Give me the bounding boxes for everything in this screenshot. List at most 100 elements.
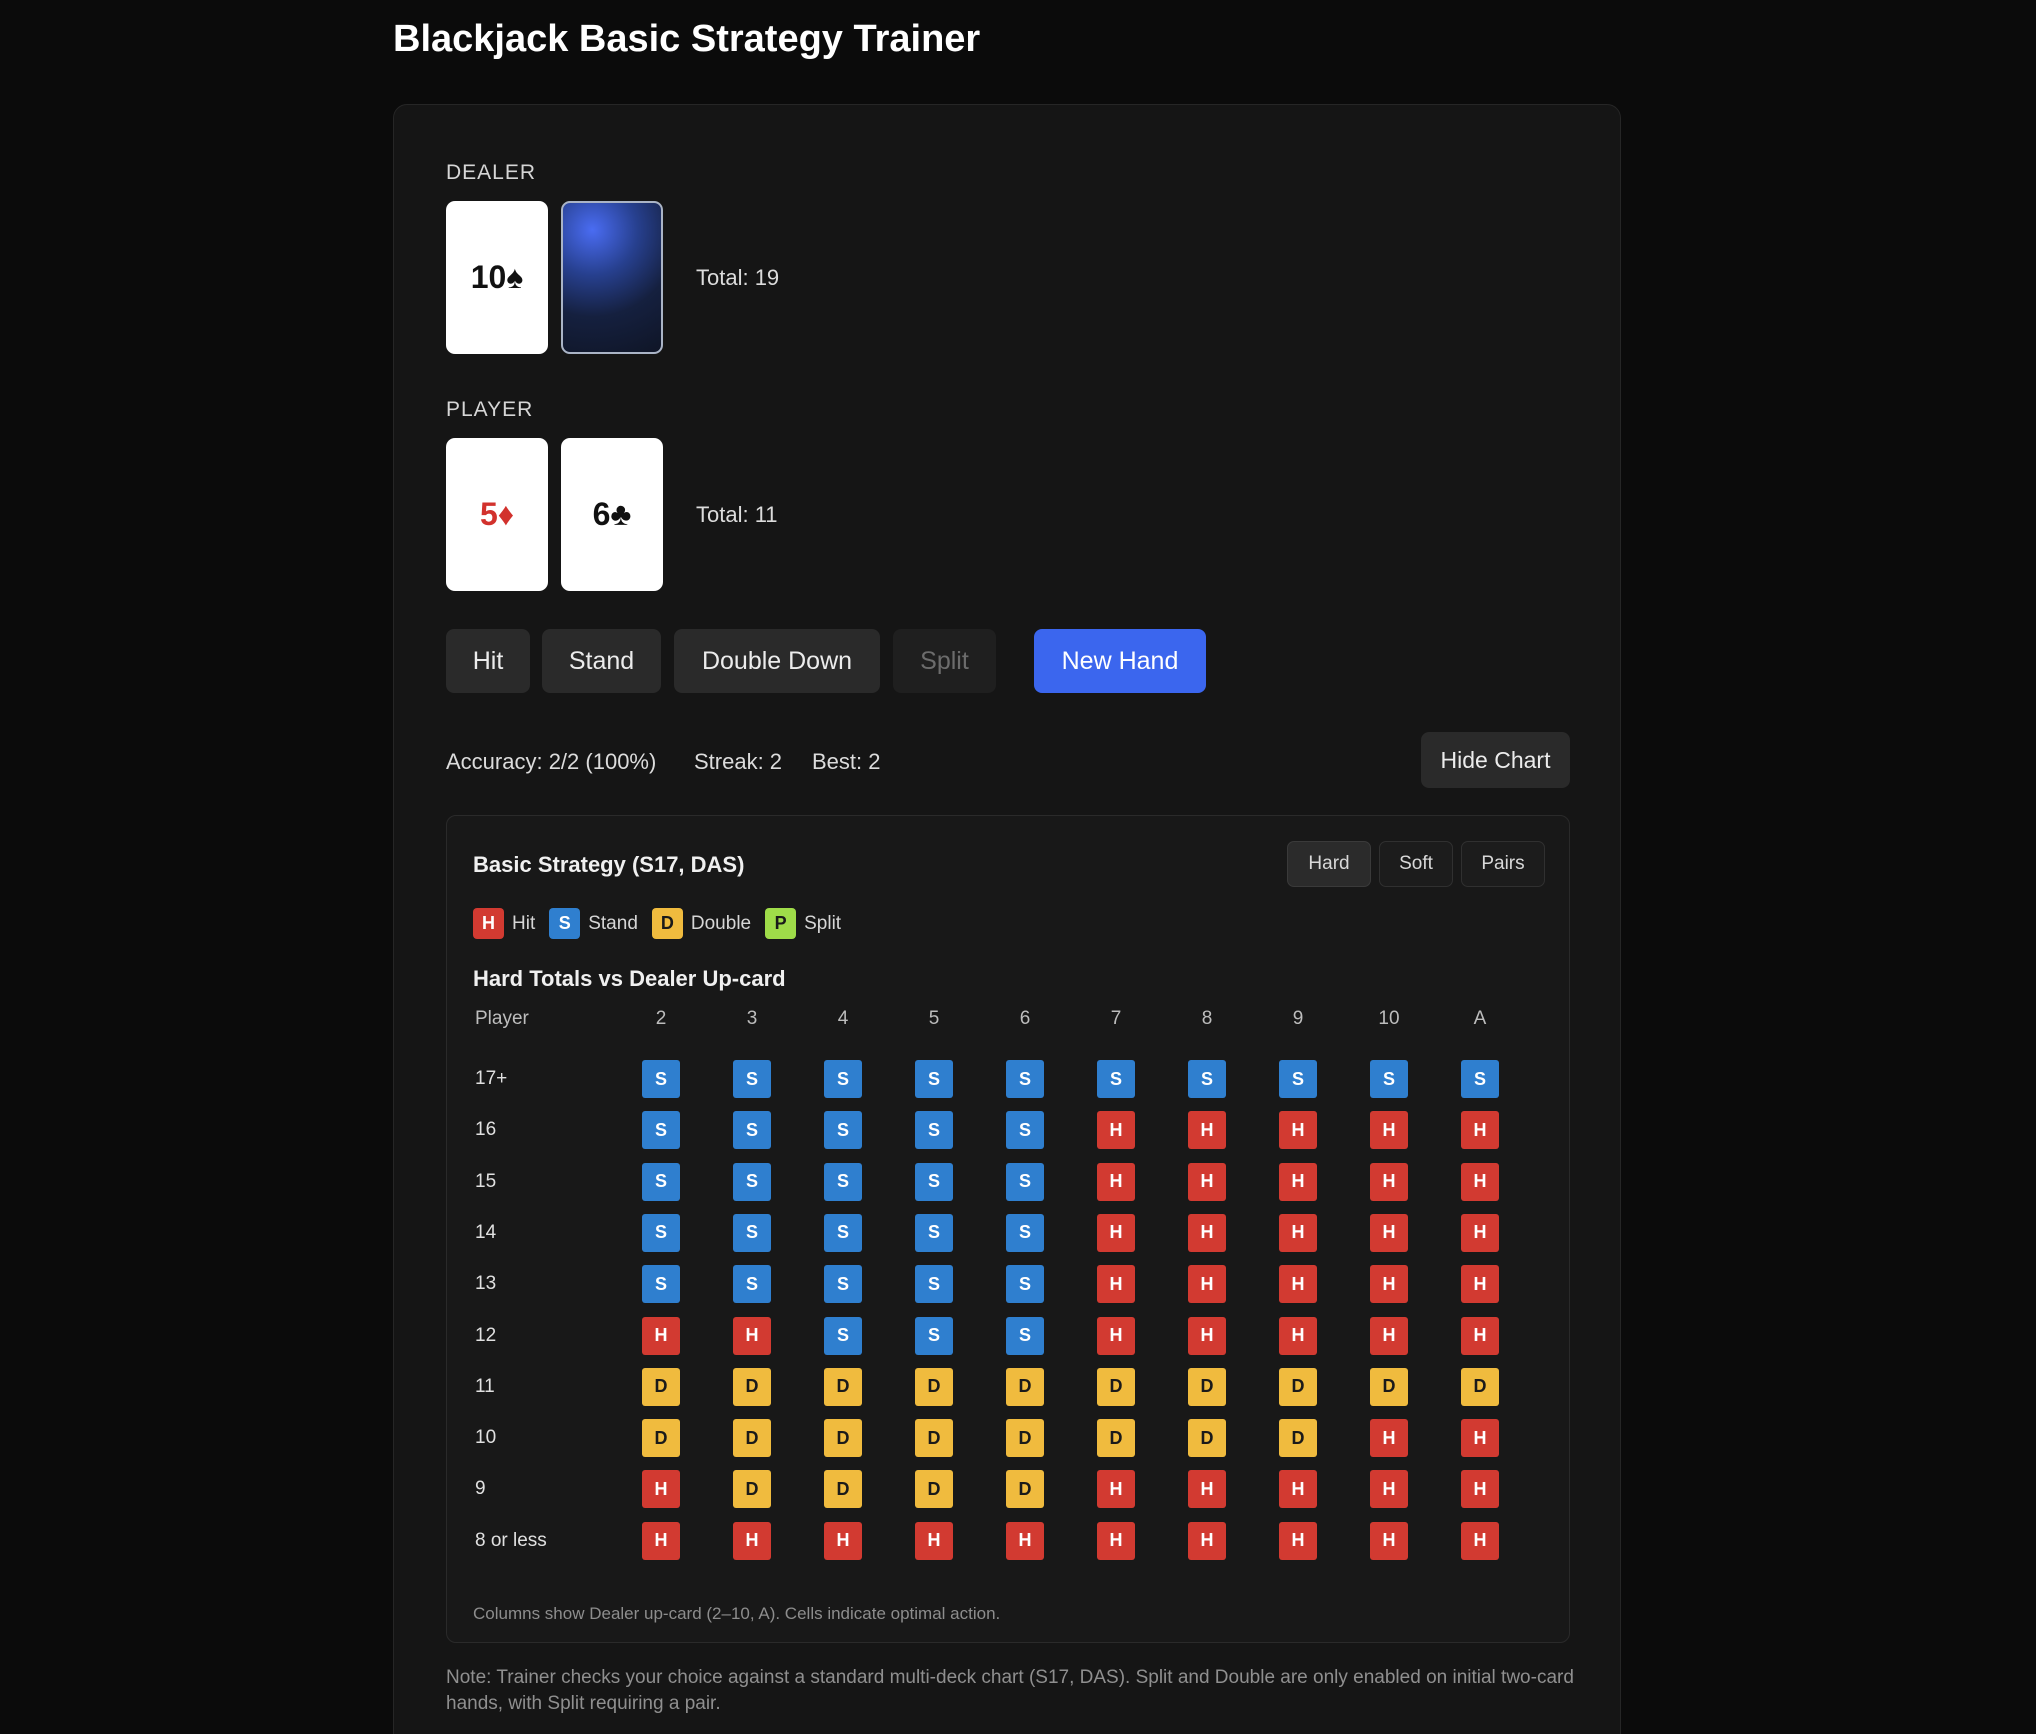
strategy-cell: S	[915, 1060, 953, 1098]
strategy-cell: H	[642, 1316, 680, 1355]
strategy-cell: H	[642, 1470, 680, 1509]
strategy-cell: H	[1461, 1162, 1499, 1201]
strategy-cell: S	[1006, 1111, 1044, 1150]
strategy-cell: D	[1006, 1367, 1044, 1406]
strategy-cell: D	[824, 1419, 862, 1458]
hide-chart-button[interactable]: Hide Chart	[1421, 732, 1570, 788]
dealer-card-hole	[561, 201, 663, 354]
legend-double-chip: D	[651, 908, 683, 939]
double-down-button[interactable]: Double Down	[674, 629, 880, 693]
legend-stand: S Stand	[549, 908, 638, 939]
strategy-cell: H	[1188, 1213, 1226, 1252]
strategy-cell: D	[642, 1367, 680, 1406]
chart-subtitle: Hard Totals vs Dealer Up-card	[473, 966, 786, 991]
strategy-cell: S	[733, 1060, 771, 1098]
strategy-cell: S	[824, 1265, 862, 1304]
strategy-cell: H	[733, 1316, 771, 1355]
strategy-cell: D	[1006, 1419, 1044, 1458]
strategy-cell: S	[1006, 1213, 1044, 1252]
strategy-cell: S	[824, 1213, 862, 1252]
player-card-1: 5♦	[446, 438, 548, 591]
strategy-cell: H	[1370, 1316, 1408, 1355]
row-label: 8 or less	[475, 1529, 547, 1551]
legend-split: P Split	[765, 908, 841, 939]
strategy-cell: S	[1279, 1060, 1317, 1098]
column-header: 3	[746, 1008, 758, 1029]
strategy-cell: H	[1461, 1470, 1499, 1509]
strategy-cell: H	[1279, 1521, 1317, 1560]
strategy-cell: S	[915, 1162, 953, 1201]
tab-pairs[interactable]: Pairs	[1461, 841, 1545, 887]
strategy-cell: S	[733, 1213, 771, 1252]
hit-button[interactable]: Hit	[446, 629, 530, 693]
new-hand-button[interactable]: New Hand	[1034, 629, 1206, 693]
strategy-cell: D	[733, 1419, 771, 1458]
strategy-cell: S	[824, 1316, 862, 1355]
strategy-cell: H	[1279, 1265, 1317, 1304]
dealer-total: Total: 19	[696, 265, 780, 290]
tab-hard[interactable]: Hard	[1287, 841, 1371, 887]
strategy-cell: S	[915, 1316, 953, 1355]
streak-stat: Streak: 2	[694, 749, 783, 774]
strategy-cell: H	[1461, 1213, 1499, 1252]
chart-title: Basic Strategy (S17, DAS)	[473, 852, 745, 877]
strategy-cell: S	[642, 1265, 680, 1304]
strategy-cell: S	[1370, 1060, 1408, 1098]
dealer-card-up: 10♠	[446, 201, 548, 354]
accuracy-stat: Accuracy: 2/2 (100%)	[446, 749, 657, 774]
stand-button[interactable]: Stand	[542, 629, 661, 693]
column-header: A	[1473, 1008, 1487, 1029]
strategy-cell: S	[1006, 1265, 1044, 1304]
strategy-cell: H	[642, 1521, 680, 1560]
player-total: Total: 11	[696, 502, 778, 527]
column-header: 9	[1292, 1008, 1304, 1029]
dealer-label: DEALER	[446, 161, 537, 184]
strategy-cell: S	[642, 1213, 680, 1252]
strategy-cell: S	[1188, 1060, 1226, 1098]
strategy-cell: H	[1188, 1162, 1226, 1201]
row-label: 14	[475, 1221, 497, 1243]
strategy-cell: H	[1188, 1521, 1226, 1560]
legend-stand-label: Stand	[588, 912, 638, 934]
strategy-cell: H	[1370, 1419, 1408, 1458]
strategy-cell: D	[1461, 1367, 1499, 1406]
strategy-cell: H	[1097, 1470, 1135, 1509]
row-label: 17+	[475, 1068, 508, 1089]
legend-stand-chip: S	[549, 908, 581, 939]
strategy-cell: H	[733, 1521, 771, 1560]
column-header: 2	[655, 1008, 667, 1029]
strategy-cell: H	[1461, 1419, 1499, 1458]
strategy-cell: H	[1279, 1316, 1317, 1355]
strategy-cell: S	[733, 1265, 771, 1304]
strategy-cell: H	[1461, 1111, 1499, 1150]
column-header: 5	[928, 1008, 940, 1029]
row-label: 16	[475, 1119, 497, 1141]
strategy-cell: S	[824, 1162, 862, 1201]
strategy-cell: S	[642, 1162, 680, 1201]
strategy-cell: H	[1188, 1470, 1226, 1509]
strategy-cell: S	[1006, 1162, 1044, 1201]
strategy-cell: D	[1279, 1367, 1317, 1406]
strategy-cell: H	[1461, 1316, 1499, 1355]
strategy-cell: H	[1279, 1213, 1317, 1252]
split-button[interactable]: Split	[893, 629, 996, 693]
strategy-cell: D	[1188, 1419, 1226, 1458]
strategy-cell: S	[824, 1111, 862, 1150]
page-title: Blackjack Basic Strategy Trainer	[393, 18, 981, 60]
strategy-cell: H	[824, 1521, 862, 1560]
strategy-cell: D	[824, 1470, 862, 1509]
player-card-2: 6♣	[561, 438, 663, 591]
strategy-cell: H	[1006, 1521, 1044, 1560]
trainer-note: Note: Trainer checks your choice against…	[446, 1667, 1574, 1714]
player-label: PLAYER	[446, 398, 534, 421]
legend-double: D Double	[651, 908, 751, 939]
strategy-cell: H	[1279, 1162, 1317, 1201]
strategy-cell: S	[824, 1060, 862, 1098]
strategy-cell: H	[915, 1521, 953, 1560]
legend-hit: H Hit	[473, 908, 535, 939]
strategy-cell: H	[1188, 1316, 1226, 1355]
strategy-cell: H	[1370, 1162, 1408, 1201]
tab-soft[interactable]: Soft	[1379, 841, 1453, 887]
strategy-cell: H	[1097, 1213, 1135, 1252]
strategy-cell: S	[1097, 1060, 1135, 1098]
